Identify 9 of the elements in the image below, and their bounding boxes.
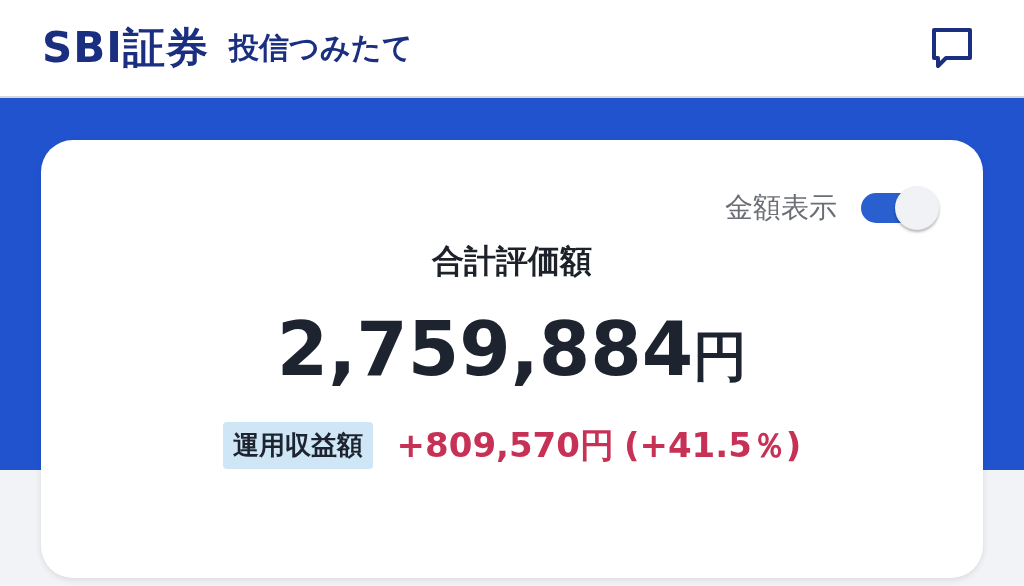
profit-percent: (+41.5％) [623, 423, 802, 467]
app-title: 投信つみたて [228, 28, 413, 67]
total-amount: 2,759,884 [276, 306, 694, 392]
profit-label: 運用収益額 [222, 422, 373, 469]
currency-unit: 円 [693, 324, 748, 390]
toggle-label: 金額表示 [725, 190, 837, 226]
total-label: 合計評価額 [432, 241, 592, 282]
profit-amount: +809,570円 [396, 423, 614, 467]
brand-logo: SBI証券 [42, 22, 209, 74]
